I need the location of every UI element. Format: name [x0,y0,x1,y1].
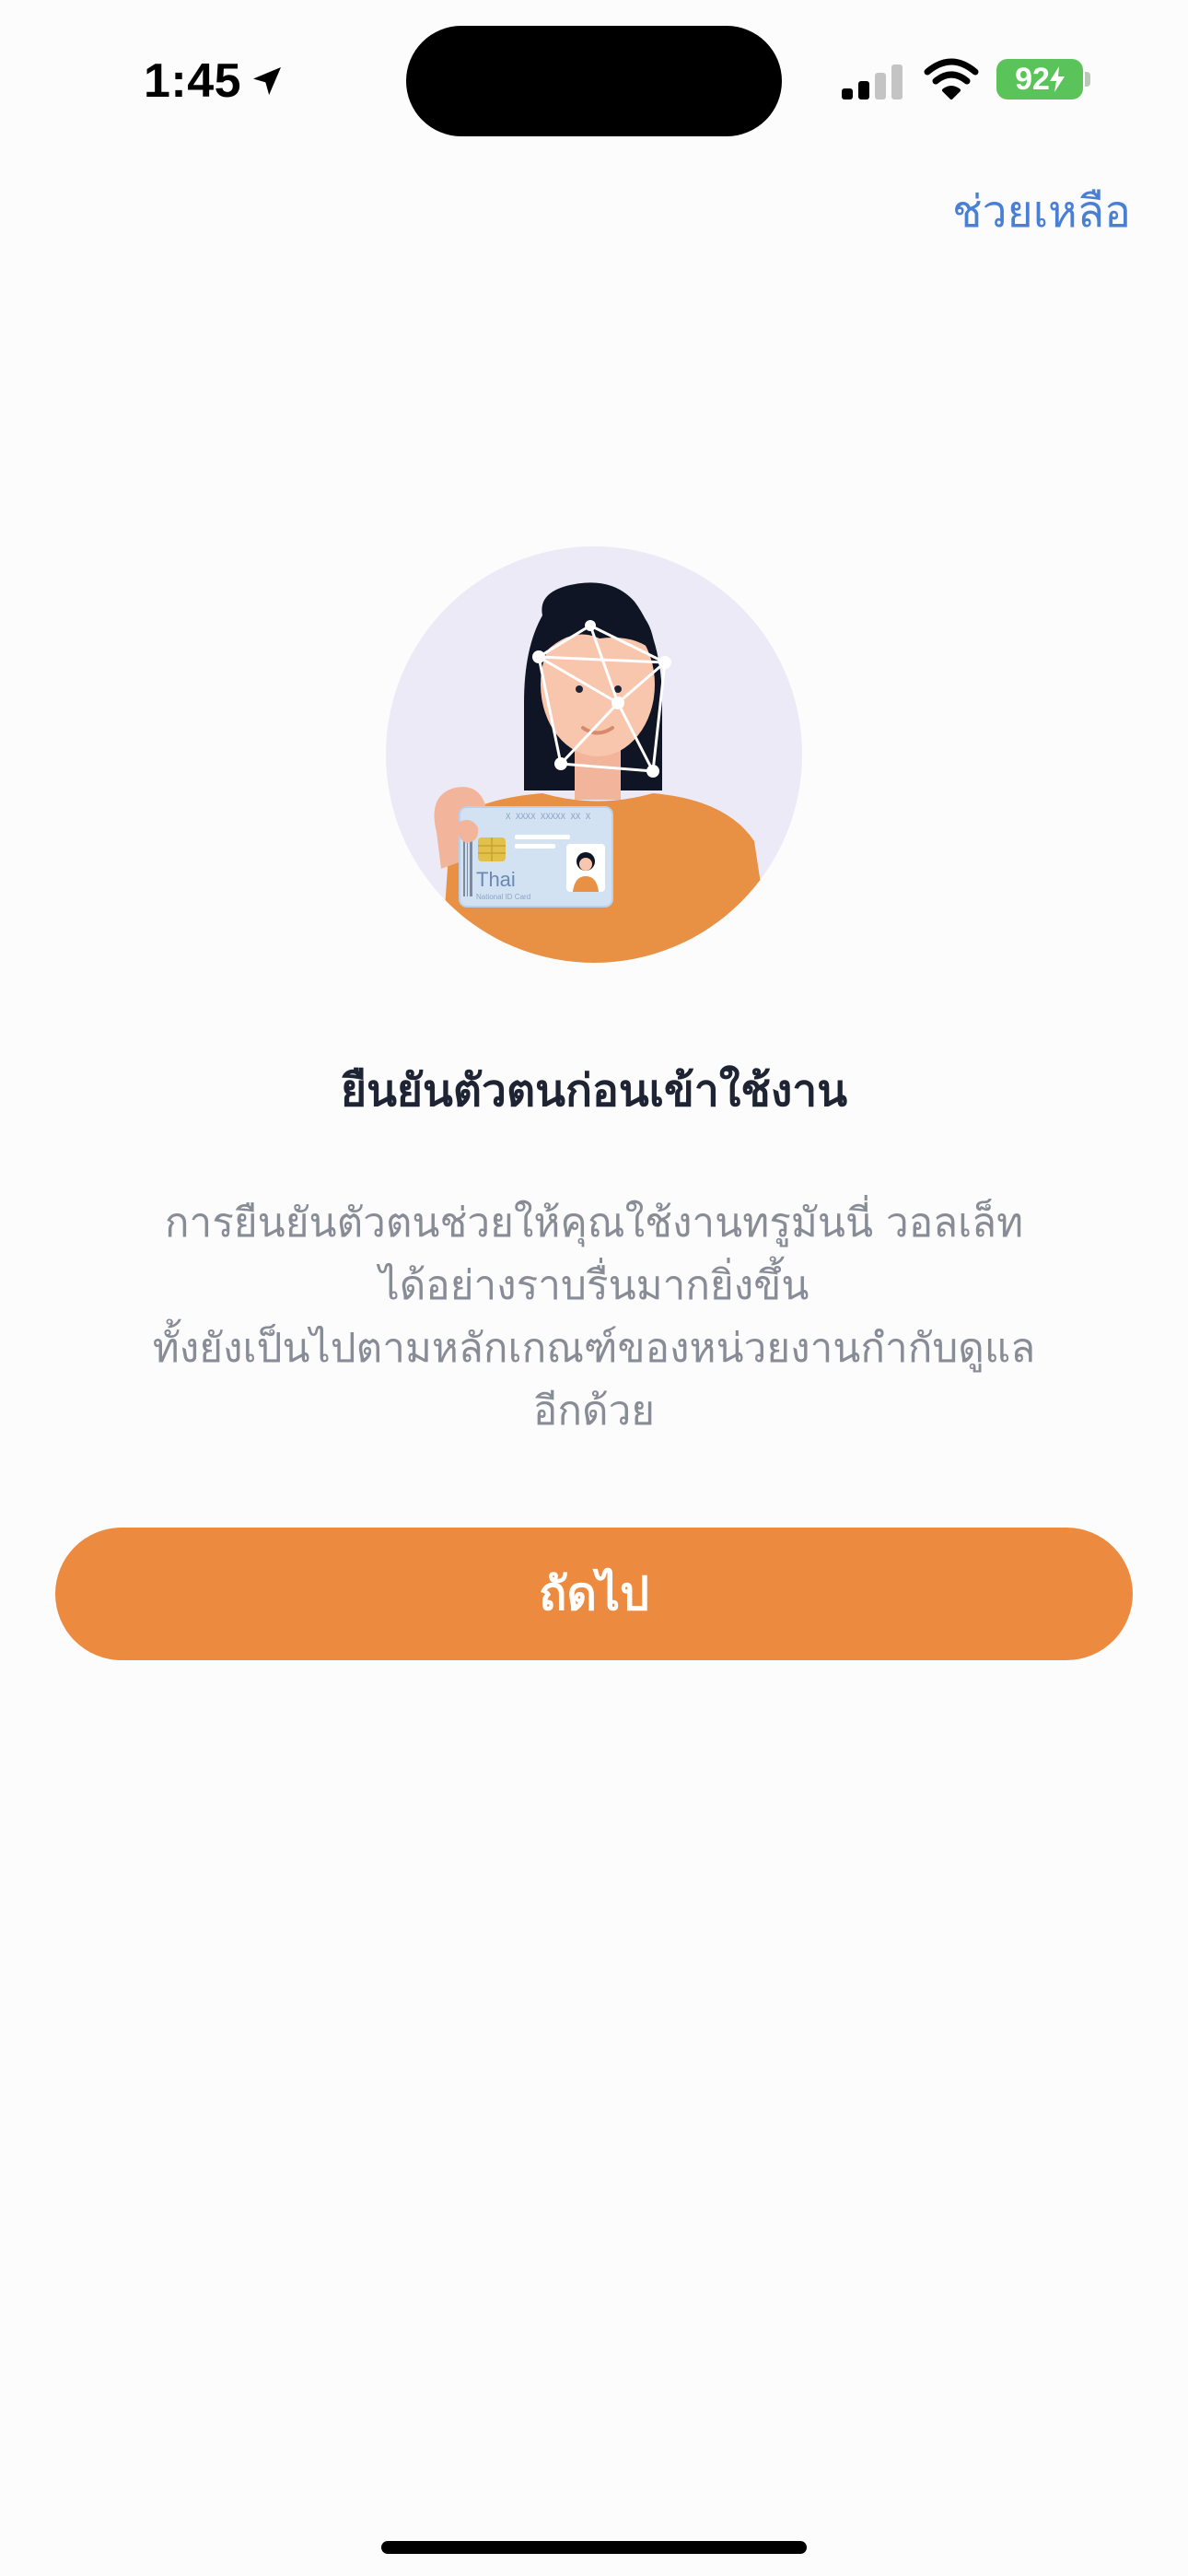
cellular-signal-icon [842,64,903,100]
location-arrow-icon [253,67,282,95]
battery-level: 92 [1015,61,1050,97]
next-button[interactable]: ถัดไป [55,1528,1133,1660]
dynamic-island [406,26,782,136]
next-button-label: ถัดไป [539,1566,649,1621]
battery-cap [1085,72,1090,87]
description-line: อีกด้วย [532,1388,656,1434]
battery-charging-icon: 92 [996,59,1083,100]
identity-verification-illustration: X XXXX XXXXX XX X Thai National ID Card [386,546,802,963]
page-title: ยืนยันตัวตนก่อนเข้าใช้งาน [340,1065,848,1117]
status-time-text: 1:45 [144,54,242,108]
home-indicator[interactable] [381,2541,807,2554]
description-line: ได้อย่างราบรื่นมากยิ่งขึ้น [379,1262,809,1309]
description-line: การยืนยันตัวตนช่วยให้คุณใช้งานทรูมันนี่ … [164,1200,1024,1247]
id-card: X XXXX XXXXX XX X Thai National ID Card [459,806,613,907]
wifi-icon [924,58,979,100]
help-link[interactable]: ช่วยเหลือ [952,177,1131,247]
description-line: ทั้งยังเป็นไปตามหลักเกณฑ์ของหน่วยงานกำกั… [152,1325,1036,1372]
card-text: Thai [476,868,516,891]
card-subtext: National ID Card [476,893,530,901]
card-number: X XXXX XXXXX XX X [506,813,591,822]
status-time: 1:45 [144,46,285,116]
description: การยืนยันตัวตนช่วยให้คุณใช้งานทรูมันนี่ … [92,1192,1096,1443]
charging-bolt-icon [1049,66,1065,92]
